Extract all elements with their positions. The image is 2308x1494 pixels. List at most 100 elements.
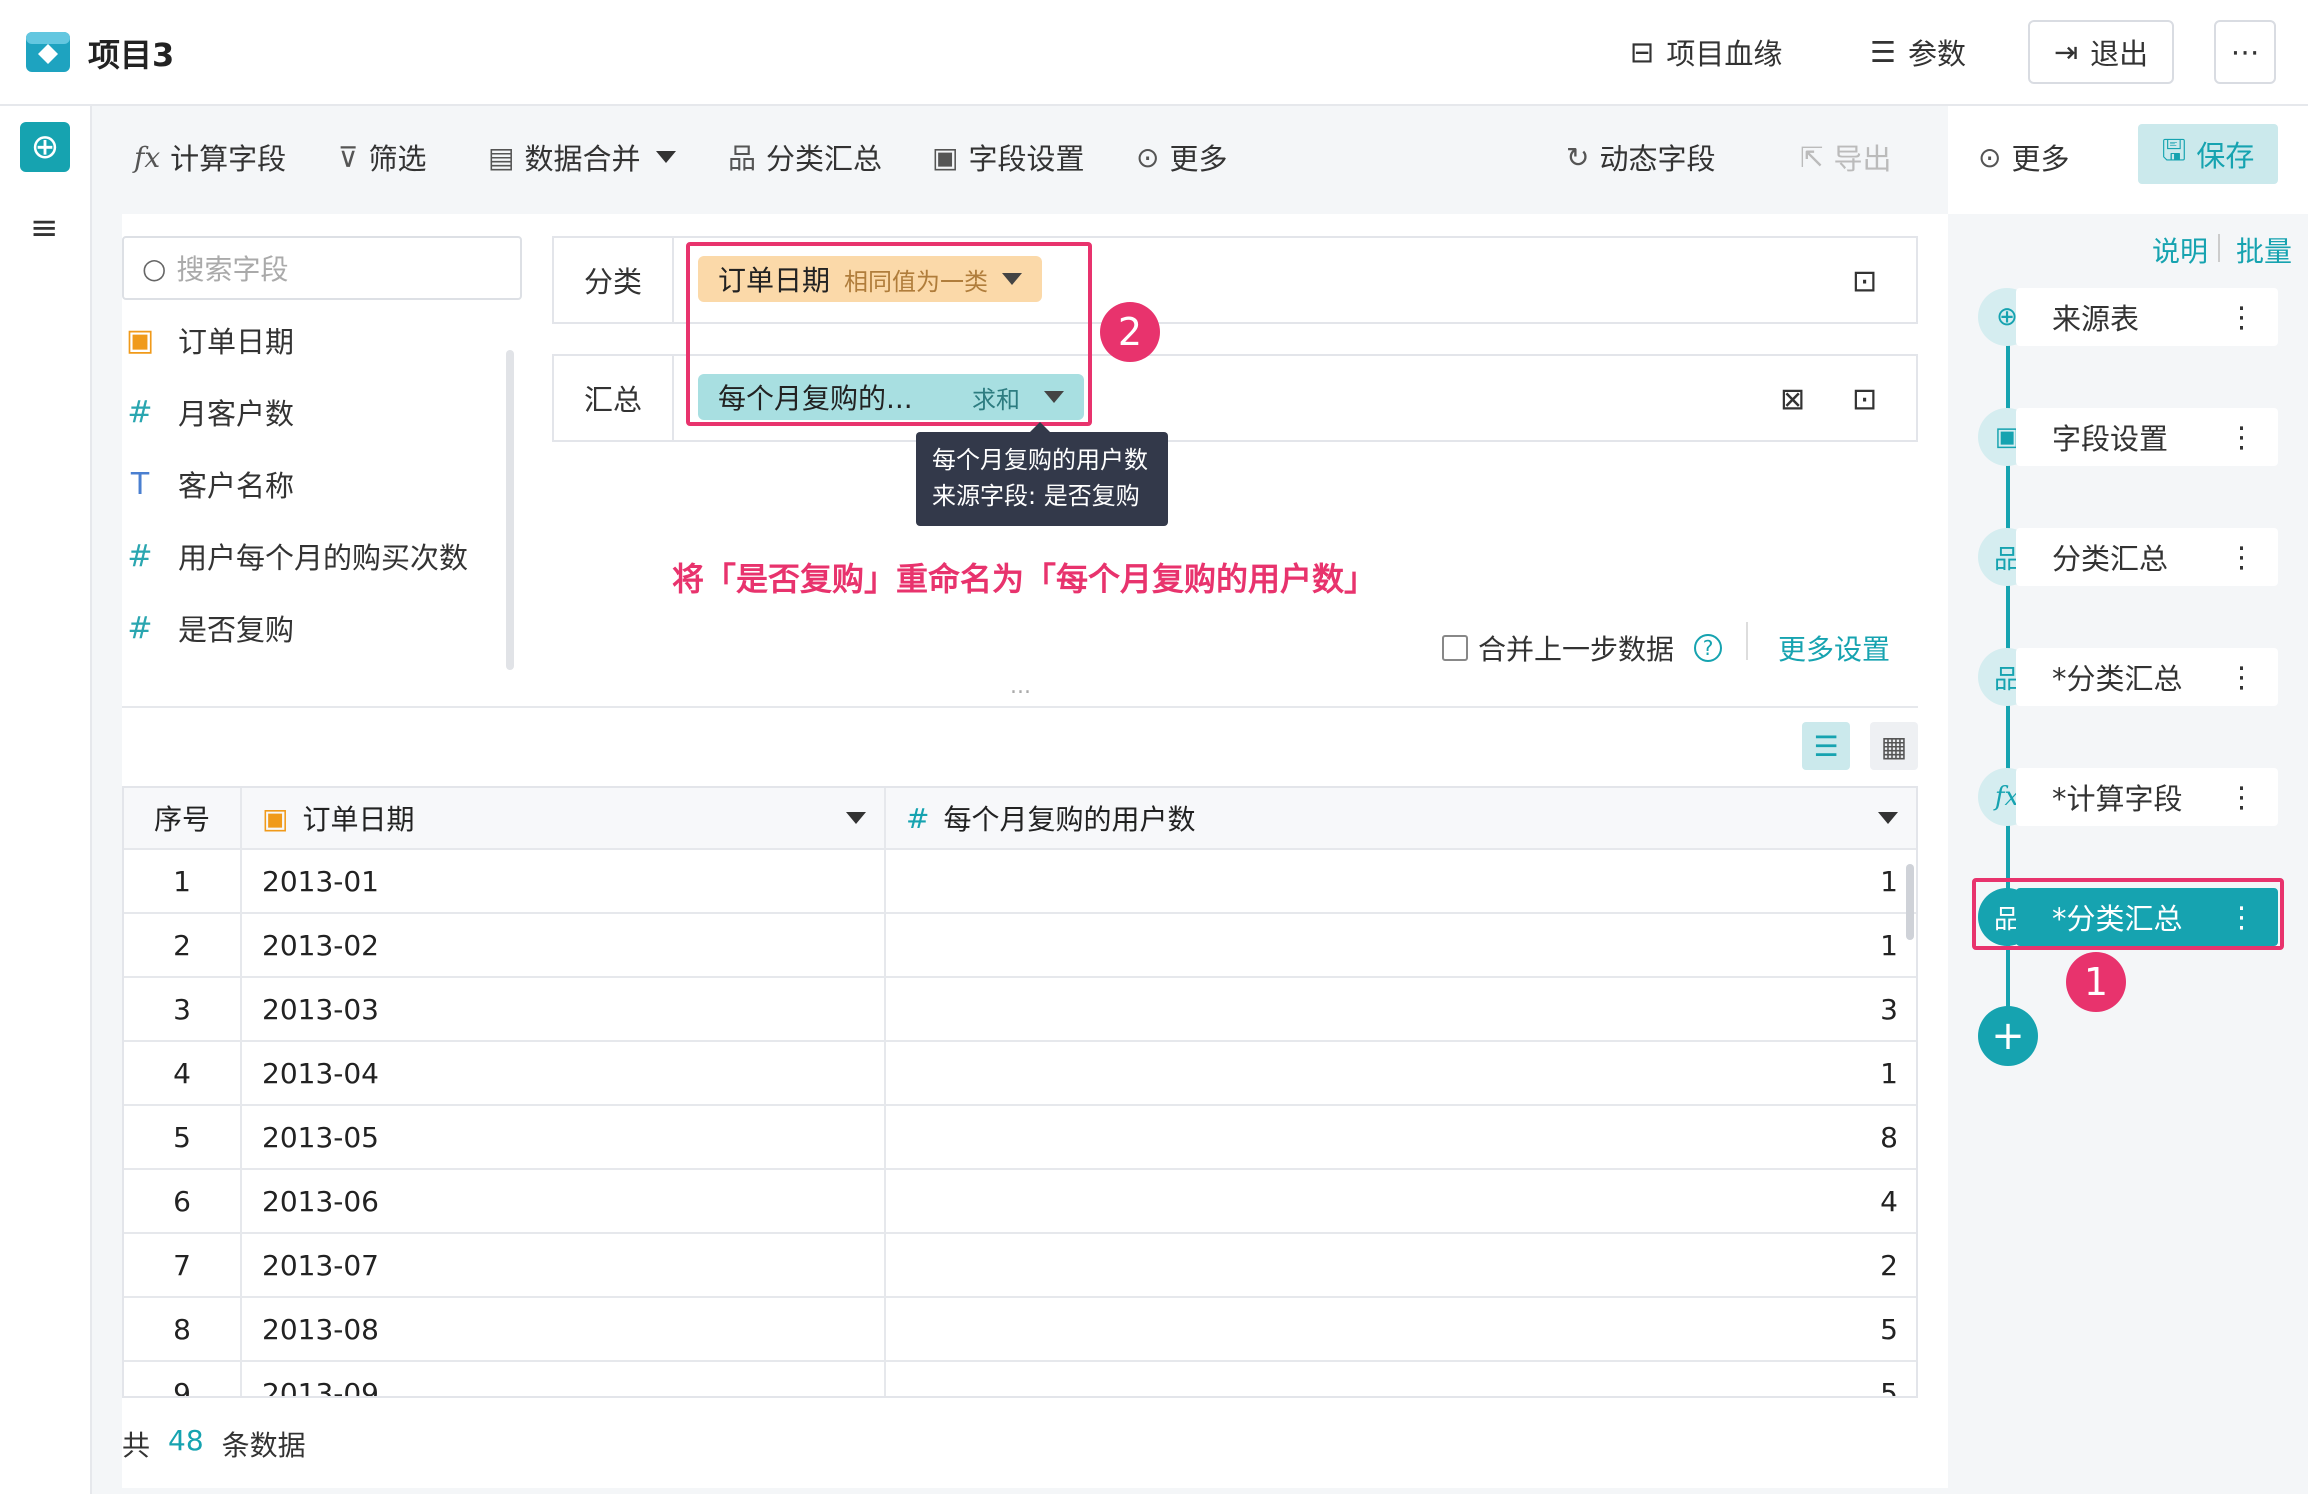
col-header-repurchase-users[interactable]: # 每个月复购的用户数: [886, 788, 1916, 848]
pipeline-step-calc[interactable]: fx *计算字段 ⋮: [1978, 766, 2278, 828]
exit-icon: ⇥: [2053, 35, 2079, 69]
cell-repurchase-users: 1: [1880, 1056, 1898, 1090]
group-icon: 品: [728, 142, 757, 175]
save-label: 保存: [2196, 139, 2255, 173]
lineage-button[interactable]: ⊟ 项目血缘: [1630, 20, 1782, 84]
app-title: 项目3: [88, 36, 175, 74]
field-settings-button[interactable]: ▣ 字段设置: [932, 136, 1084, 178]
row-count-value: 48: [168, 1424, 204, 1457]
checkbox-icon[interactable]: [1442, 635, 1468, 661]
pipeline-step-group-1[interactable]: 品 分类汇总 ⋮: [1978, 526, 2278, 588]
explain-link[interactable]: 说明: [2152, 230, 2208, 270]
help-icon[interactable]: ?: [1694, 634, 1723, 662]
chevron-down-icon[interactable]: [1878, 812, 1898, 824]
pipeline-step-group-2[interactable]: 品 *分类汇总 ⋮: [1978, 646, 2278, 708]
params-label: 参数: [1908, 37, 1967, 71]
step-label: 分类汇总: [2052, 542, 2169, 576]
cell-index: 7: [124, 1234, 242, 1296]
field-name: 用户每个月的购买次数: [178, 541, 469, 575]
field-item-customer-name[interactable]: T 客户名称: [122, 460, 294, 508]
table-scrollbar[interactable]: [1906, 864, 1914, 940]
table-row[interactable]: 1 2013-01 1: [124, 850, 1916, 914]
field-item-monthly-purchases[interactable]: # 用户每个月的购买次数: [122, 532, 468, 580]
cell-repurchase-users: 1: [1880, 864, 1898, 898]
more-settings-link[interactable]: 更多设置: [1778, 628, 1890, 668]
add-step-icon[interactable]: +: [1978, 1006, 2038, 1066]
step-label: *计算字段: [2052, 782, 2183, 816]
filter-icon: ⊽: [338, 140, 359, 174]
table-row[interactable]: 7 2013-07 2: [124, 1234, 1916, 1298]
divider: [2218, 234, 2220, 262]
refresh-icon: ↻: [1566, 140, 1590, 174]
table-row[interactable]: 9 2013-09 5: [124, 1362, 1916, 1396]
field-item-repurchase[interactable]: # 是否复购: [122, 604, 294, 652]
exit-button[interactable]: ⇥ 退出: [2028, 20, 2174, 84]
more-vertical-icon[interactable]: ⋮: [2227, 300, 2256, 334]
resize-handle[interactable]: ...: [1010, 674, 1031, 699]
field-item-monthly-customers[interactable]: # 月客户数: [122, 388, 294, 436]
save-button[interactable]: 🖫 保存: [2138, 124, 2278, 184]
group-summary-button[interactable]: 品分类汇总: [728, 136, 882, 178]
group-label: 分类: [554, 238, 674, 322]
add-circle-icon[interactable]: ⊕: [20, 122, 70, 172]
row-count-suffix: 条数据: [221, 1429, 306, 1462]
more-left-button[interactable]: ⊙ 更多: [1136, 136, 1227, 178]
date-icon: ▣: [262, 801, 289, 835]
merge-prev-checkbox[interactable]: 合并上一步数据 ?: [1442, 628, 1723, 668]
col-header-label: 每个月复购的用户数: [943, 803, 1196, 836]
merge-button[interactable]: ▤ 数据合并: [488, 136, 677, 178]
more-vertical-icon[interactable]: ⋮: [2227, 660, 2256, 694]
ellipsis-circle-icon: ⊙: [1978, 140, 2002, 174]
grid-view-icon[interactable]: ▦: [1870, 722, 1918, 770]
more-right-button[interactable]: ⊙ 更多: [1978, 136, 2069, 178]
table-row[interactable]: 3 2013-03 3: [124, 978, 1916, 1042]
calc-field-button[interactable]: fx 计算字段: [134, 136, 286, 178]
batch-link[interactable]: 批量: [2236, 230, 2292, 270]
dynamic-field-button[interactable]: ↻ 动态字段: [1566, 136, 1715, 178]
pipeline-step-source[interactable]: ⊕ 来源表 ⋮: [1978, 286, 2278, 348]
cell-order-date: 2013-09: [242, 1362, 886, 1396]
table-row[interactable]: 8 2013-08 5: [124, 1298, 1916, 1362]
data-table: 序号 ▣ 订单日期 # 每个月复购的用户数 1 2013-01 1 2 2013-02 1 3 2…: [122, 786, 1918, 1398]
table-row[interactable]: 6 2013-06 4: [124, 1170, 1916, 1234]
field-search[interactable]: ○ 搜索字段: [122, 236, 522, 300]
ellipsis-circle-icon: ⋯: [2230, 35, 2260, 69]
number-icon: #: [127, 538, 153, 574]
annotation-text: 将「是否复购」重命名为「每个月复购的用户数」: [672, 560, 1377, 598]
step-label: *分类汇总: [2052, 662, 2183, 696]
cell-order-date: 2013-06: [242, 1170, 886, 1232]
lineage-icon: ⊟: [1630, 35, 1655, 69]
merge-prev-label: 合并上一步数据: [1478, 633, 1675, 666]
more-vertical-icon[interactable]: ⋮: [2227, 780, 2256, 814]
more-menu-button[interactable]: ⋯: [2214, 20, 2276, 84]
export-button[interactable]: ⇱ 导出: [1800, 136, 1891, 178]
search-input[interactable]: 搜索字段: [176, 248, 288, 288]
table-row[interactable]: 2 2013-02 1: [124, 914, 1916, 978]
tooltip: 每个月复购的用户数 来源字段: 是否复购: [916, 432, 1168, 526]
clear-summary-icon[interactable]: ⊡: [1852, 382, 1877, 417]
field-list-scrollbar[interactable]: [506, 350, 514, 670]
filter-button[interactable]: ⊽ 筛选: [338, 136, 427, 178]
more-vertical-icon[interactable]: ⋮: [2227, 540, 2256, 574]
pipeline-step-field-settings[interactable]: ▣ 字段设置 ⋮: [1978, 406, 2278, 468]
field-settings-label: 字段设置: [968, 142, 1085, 176]
cell-order-date: 2013-05: [242, 1106, 886, 1168]
more-vertical-icon[interactable]: ⋮: [2227, 420, 2256, 454]
divider: [1746, 622, 1748, 660]
clear-group-icon[interactable]: ⊡: [1852, 264, 1877, 299]
col-header-order-date[interactable]: ▣ 订单日期: [242, 788, 886, 848]
list-view-icon[interactable]: ☰: [1802, 722, 1850, 770]
cell-order-date: 2013-07: [242, 1234, 886, 1296]
fx-icon: fx: [134, 140, 161, 174]
field-item-order-date[interactable]: ▣ 订单日期: [122, 316, 294, 364]
image-x-icon[interactable]: ⊠: [1780, 382, 1805, 417]
table-row[interactable]: 5 2013-05 8: [124, 1106, 1916, 1170]
params-button[interactable]: ☰ 参数: [1870, 20, 1966, 84]
app-logo-icon: [26, 32, 70, 72]
search-icon: ○: [142, 251, 167, 285]
outline-icon[interactable]: ≡: [30, 208, 59, 248]
cell-index: 4: [124, 1042, 242, 1104]
table-row[interactable]: 4 2013-04 1: [124, 1042, 1916, 1106]
cell-order-date: 2013-02: [242, 914, 886, 976]
chevron-down-icon[interactable]: [846, 812, 866, 824]
